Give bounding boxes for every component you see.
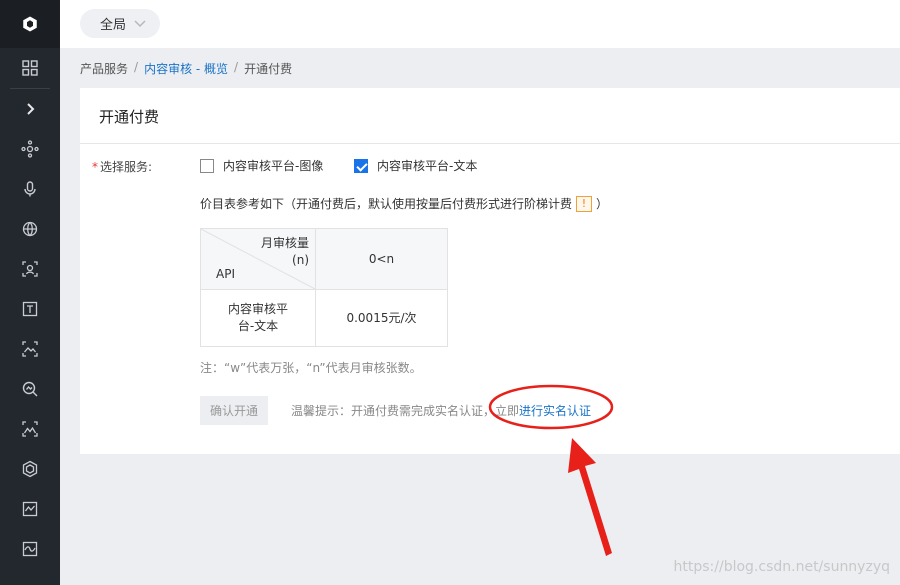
face-scan-icon[interactable] xyxy=(0,249,60,289)
table-corner-cell: 月审核量 (n) API xyxy=(200,228,316,290)
tip-text: 温馨提示：开通付费需完成实名认证，立即进行实名认证 xyxy=(291,402,591,419)
nodes-icon[interactable] xyxy=(0,129,60,169)
checkbox-unchecked[interactable] xyxy=(200,158,214,173)
real-name-verification-link[interactable]: 进行实名认证 xyxy=(519,404,591,418)
pointer-arrow xyxy=(568,438,612,556)
corner-top-line2: (n) xyxy=(292,253,309,267)
tip-prefix: 温馨提示：开通付费需完成实名认证，立即 xyxy=(291,404,520,418)
corner-top-label: 月审核量 (n) xyxy=(261,235,309,269)
globe-icon[interactable] xyxy=(0,209,60,249)
api-name-line1: 内容审核平 xyxy=(227,302,288,316)
grid-icon[interactable] xyxy=(0,48,60,88)
text-icon[interactable] xyxy=(0,289,60,329)
api-name-line2: 台-文本 xyxy=(237,319,279,333)
scope-selector[interactable]: 全局 xyxy=(80,9,161,38)
required-mark: * xyxy=(92,160,98,174)
option-text-label: 内容审核平台-文本 xyxy=(377,159,478,173)
cube-icon[interactable] xyxy=(0,449,60,489)
logo-cube-icon[interactable] xyxy=(0,0,60,48)
api-name-cell: 内容审核平 台-文本 xyxy=(200,289,316,347)
breadcrumb-current: 开通付费 xyxy=(244,62,293,76)
wave-icon[interactable] xyxy=(0,529,60,569)
tier-header-cell: 0<n xyxy=(315,228,448,290)
image-scan-icon[interactable] xyxy=(0,329,60,369)
breadcrumb-separator: / xyxy=(134,60,139,74)
breadcrumb: 产品服务 / 内容审核 - 概览 / 开通付费 xyxy=(80,60,292,77)
left-rail xyxy=(0,0,60,585)
corner-bottom-label: API xyxy=(216,267,235,281)
scope-label: 全局 xyxy=(100,18,127,33)
option-image-checkbox[interactable]: 内容审核平台-图像 xyxy=(200,157,323,174)
chart-image-icon[interactable] xyxy=(0,489,60,529)
footnote: 注：“w”代表万张，“n”代表月审核张数。 xyxy=(200,361,422,375)
chevron-right-icon[interactable] xyxy=(0,89,60,129)
price-note: 价目表参考如下（开通付费后，默认使用按量后付费形式进行阶梯计费 ! ） xyxy=(200,195,608,212)
table-header-row: 月审核量 (n) API 0<n xyxy=(200,228,448,290)
table-row: 内容审核平 台-文本 0.0015元/次 xyxy=(200,289,448,347)
price-table: 月审核量 (n) API 0<n 内容审核平 台-文本 0.0015元/次 xyxy=(200,228,448,347)
price-note-text: 价目表参考如下（开通付费后，默认使用按量后付费形式进行阶梯计费 xyxy=(200,197,573,211)
corner-top-line1: 月审核量 xyxy=(260,236,309,250)
breadcrumb-root[interactable]: 产品服务 xyxy=(80,60,128,77)
price-note-end: ） xyxy=(596,197,609,211)
option-image-label: 内容审核平台-图像 xyxy=(223,159,324,173)
magnifier-icon[interactable] xyxy=(0,369,60,409)
service-field-label: * 选择服务: xyxy=(92,158,152,175)
confirm-activation-button[interactable]: 确认开通 xyxy=(200,396,268,425)
price-cell: 0.0015元/次 xyxy=(315,289,448,347)
top-bar: 全局 xyxy=(60,0,900,48)
watermark: https://blog.csdn.net/sunnyzyq xyxy=(673,559,890,575)
info-icon[interactable]: ! xyxy=(576,195,593,212)
chevron-down-icon xyxy=(134,19,146,27)
breadcrumb-parent-link[interactable]: 内容审核 - 概览 xyxy=(144,60,228,77)
checkbox-checked[interactable] xyxy=(354,158,368,173)
page-title: 开通付费 xyxy=(80,88,900,144)
breadcrumb-separator: / xyxy=(234,60,239,74)
activation-panel: 开通付费 * 选择服务: 内容审核平台-图像 内容审核平台-文本 价目表参考如下（… xyxy=(80,88,900,454)
service-label-text: 选择服务: xyxy=(100,160,153,174)
option-text-checkbox[interactable]: 内容审核平台-文本 xyxy=(354,157,477,174)
image-icon[interactable] xyxy=(0,409,60,449)
microphone-icon[interactable] xyxy=(0,169,60,209)
